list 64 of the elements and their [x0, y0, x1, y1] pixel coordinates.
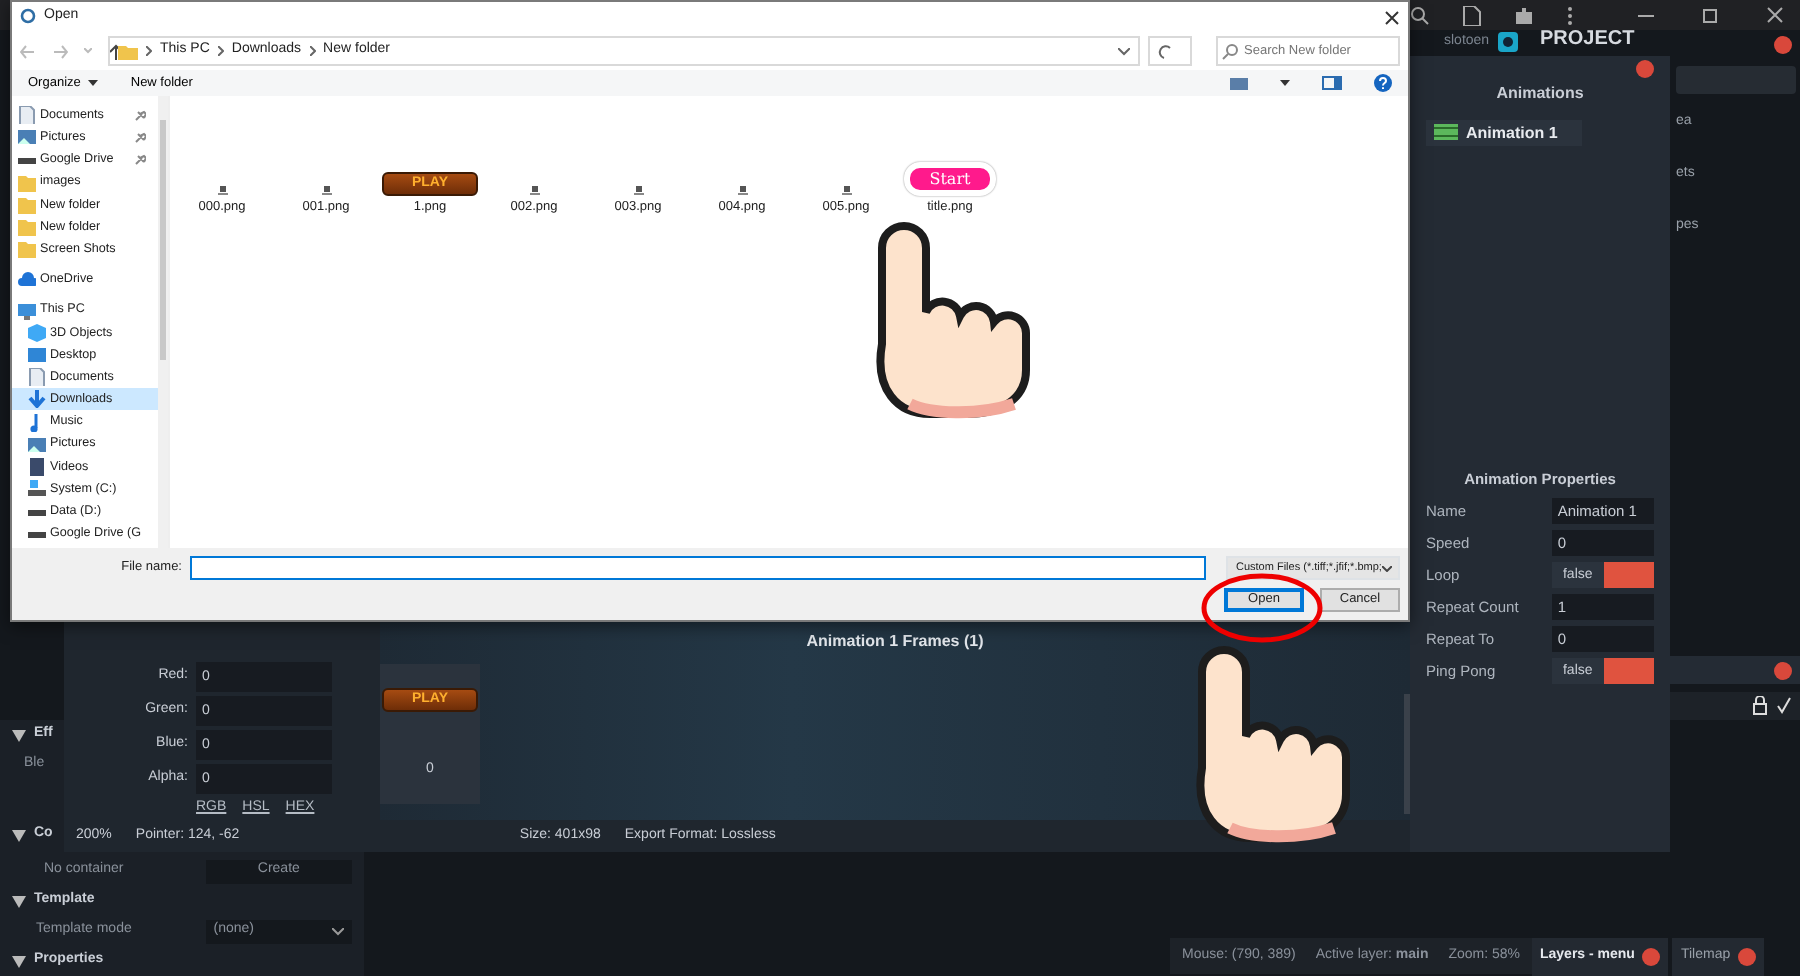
highlight-ellipse [1201, 573, 1323, 643]
sprite-thumbnail-icon [321, 184, 331, 197]
cube-icon [28, 323, 46, 342]
download-icon [28, 390, 46, 409]
refresh-icon [1158, 43, 1174, 59]
zoom-icon[interactable] [1410, 5, 1430, 25]
close-icon[interactable] [1766, 5, 1784, 23]
document-icon [28, 368, 46, 387]
help-icon[interactable] [1374, 74, 1392, 92]
sprite-thumbnail-icon [633, 184, 643, 197]
desktop-icon [28, 345, 46, 364]
drive-icon [28, 480, 46, 499]
status-dot [1774, 661, 1792, 679]
page-icon[interactable] [1462, 5, 1482, 25]
close-dot[interactable] [1636, 60, 1654, 78]
folder-icon [118, 42, 138, 60]
chevron-icon [1381, 565, 1392, 571]
toggle-switch[interactable] [1603, 657, 1654, 684]
layer-row[interactable] [1670, 692, 1800, 720]
panel-title: PROJECT [1540, 28, 1635, 52]
chevron-icon [332, 927, 344, 935]
close-dot[interactable] [1738, 948, 1757, 966]
picture-icon [18, 128, 36, 147]
check-icon[interactable] [1776, 696, 1792, 716]
caret-icon[interactable] [12, 893, 26, 908]
close-icon[interactable] [1384, 9, 1400, 25]
panel-title: Animations [1494, 84, 1586, 104]
chevron-icon[interactable] [1118, 47, 1130, 55]
file-name-field[interactable] [190, 556, 1206, 580]
logo-icon [1497, 32, 1518, 52]
puzzle-icon[interactable] [1514, 5, 1534, 25]
sprite-thumbnail-icon [841, 184, 851, 197]
up-icon[interactable] [108, 43, 124, 59]
preview-pane-icon[interactable] [1322, 76, 1342, 90]
sprite-thumbnail-icon [529, 184, 539, 197]
caret-icon [88, 79, 99, 86]
app-icon [20, 8, 36, 25]
chevron-icon [309, 46, 316, 56]
cloud-icon [18, 270, 36, 289]
computer-icon [18, 301, 36, 320]
video-icon [28, 457, 46, 476]
close-dot[interactable] [1774, 36, 1792, 54]
caret-icon[interactable] [12, 727, 26, 742]
picture-icon [28, 435, 46, 454]
film-icon [1434, 124, 1458, 141]
caret-icon[interactable] [1280, 80, 1290, 86]
restore-icon[interactable] [1702, 5, 1718, 25]
refresh-button[interactable] [1148, 36, 1192, 66]
caret-icon[interactable] [12, 953, 26, 968]
view-icon[interactable] [1230, 77, 1248, 89]
animation-item[interactable]: Animation 1 [1426, 119, 1582, 147]
sprite-thumbnail-icon [737, 184, 747, 197]
scrollbar-thumb[interactable] [160, 120, 166, 360]
toggle-switch[interactable] [1603, 561, 1654, 588]
search-icon [1222, 43, 1238, 59]
chevron-icon [146, 46, 152, 56]
caret-icon[interactable] [12, 827, 26, 842]
lock-icon[interactable] [1752, 696, 1768, 716]
close-dot[interactable] [1642, 948, 1661, 966]
chevron-icon [217, 46, 224, 56]
document-icon [18, 106, 36, 125]
more-icon[interactable] [1566, 5, 1574, 25]
sprite-thumbnail-icon [217, 184, 227, 197]
frames-title: Animation 1 Frames (1) [804, 632, 986, 652]
